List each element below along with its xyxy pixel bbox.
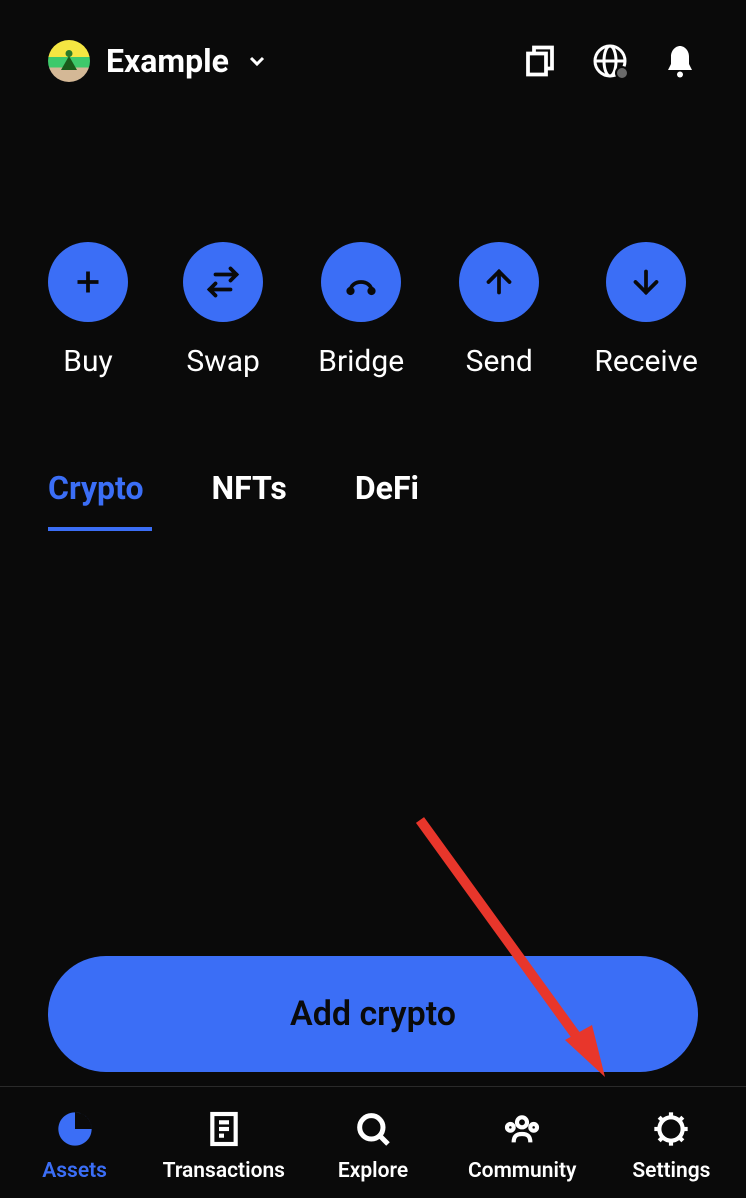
action-row: Buy Swap Bridge S: [0, 102, 746, 439]
nav-assets[interactable]: Assets: [0, 1109, 149, 1183]
action-label: Receive: [594, 344, 698, 379]
asset-tabs: Crypto NFTs DeFi: [0, 439, 746, 531]
receive-action[interactable]: Receive: [594, 242, 698, 379]
swap-action[interactable]: Swap: [183, 242, 263, 379]
header: Example: [0, 0, 746, 102]
nav-label: Settings: [632, 1159, 710, 1183]
avatar: [48, 40, 90, 82]
add-crypto-button[interactable]: Add crypto: [48, 956, 698, 1072]
action-label: Send: [466, 344, 533, 379]
nav-label: Transactions: [163, 1159, 285, 1183]
globe-icon[interactable]: [592, 43, 628, 79]
document-icon: [204, 1109, 244, 1149]
tab-defi[interactable]: DeFi: [355, 469, 419, 531]
bridge-action[interactable]: Bridge: [318, 242, 404, 379]
buy-action[interactable]: Buy: [48, 242, 128, 379]
account-selector[interactable]: Example: [48, 40, 269, 82]
action-label: Buy: [63, 344, 112, 379]
add-crypto-label: Add crypto: [290, 994, 456, 1034]
plus-icon: [70, 264, 106, 300]
search-icon: [353, 1109, 393, 1149]
bridge-icon: [343, 264, 379, 300]
header-actions: [522, 43, 698, 79]
gear-icon: [651, 1109, 691, 1149]
copy-icon[interactable]: [522, 43, 558, 79]
swap-icon: [205, 264, 241, 300]
nav-transactions[interactable]: Transactions: [149, 1109, 298, 1183]
bell-icon[interactable]: [662, 43, 698, 79]
nav-settings[interactable]: Settings: [597, 1109, 746, 1183]
tab-crypto[interactable]: Crypto: [48, 469, 144, 531]
nav-community[interactable]: Community: [448, 1109, 597, 1183]
bottom-nav: Assets Transactions Explore Community: [0, 1086, 746, 1198]
account-name: Example: [106, 42, 229, 80]
arrow-down-icon: [628, 264, 664, 300]
tab-nfts[interactable]: NFTs: [212, 469, 287, 531]
people-icon: [502, 1109, 542, 1149]
status-dot: [615, 66, 629, 80]
action-label: Swap: [186, 344, 260, 379]
nav-explore[interactable]: Explore: [298, 1109, 447, 1183]
action-label: Bridge: [318, 344, 404, 379]
nav-label: Assets: [42, 1159, 107, 1183]
send-action[interactable]: Send: [459, 242, 539, 379]
arrow-up-icon: [481, 264, 517, 300]
chevron-down-icon: [245, 49, 269, 73]
nav-label: Explore: [338, 1159, 408, 1183]
pie-icon: [55, 1109, 95, 1149]
nav-label: Community: [468, 1159, 577, 1183]
